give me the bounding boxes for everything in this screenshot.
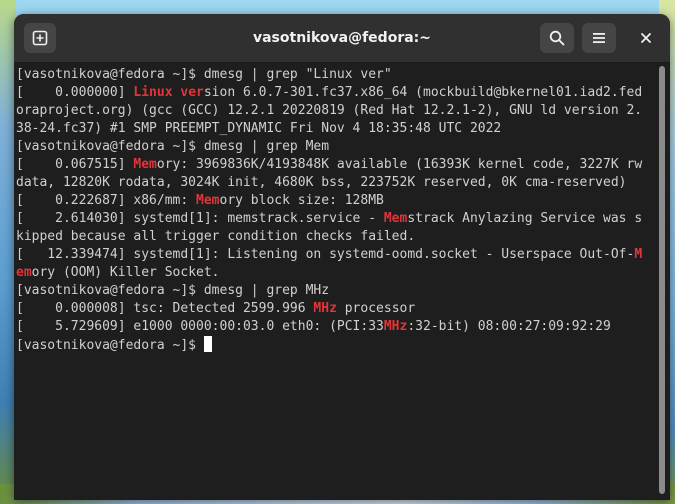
grep-match-highlight: Mem <box>133 157 157 172</box>
hamburger-menu-icon <box>591 30 607 46</box>
terminal-text: ory (OOM) Killer Socket. <box>31 265 220 280</box>
close-icon <box>640 29 652 48</box>
terminal-text: [vasotnikova@fedora ~]$ dmesg | grep Mem <box>16 139 330 154</box>
grep-match-highlight: M <box>634 247 643 262</box>
terminal-text: [vasotnikova@fedora ~]$ <box>16 338 204 353</box>
terminal-text: :32-bit) 08:00:27:09:92:29 <box>407 319 611 334</box>
terminal-line: [ 12.339474] systemd[1]: Listening on sy… <box>16 246 654 264</box>
terminal-line: [ 5.729609] e1000 0000:00:03.0 eth0: (PC… <box>16 318 654 336</box>
window-title: vasotnikova@fedora:~ <box>252 30 431 46</box>
close-button[interactable] <box>636 28 656 48</box>
terminal-text: [ 0.000000] <box>16 85 134 100</box>
terminal-line: 38-24.fc37) #1 SMP PREEMPT_DYNAMIC Fri N… <box>16 120 654 138</box>
search-button[interactable] <box>540 23 574 53</box>
terminal-text: ory: 3969836K/4193848K available (16393K… <box>156 157 643 172</box>
terminal-line: [ 0.000008] tsc: Detected 2599.996 MHz p… <box>16 300 654 318</box>
terminal-text: kipped because all trigger condition che… <box>16 229 416 244</box>
terminal-output[interactable]: [vasotnikova@fedora ~]$ dmesg | grep "Li… <box>16 66 654 496</box>
terminal-text: 38-24.fc37) #1 SMP PREEMPT_DYNAMIC Fri N… <box>16 121 502 136</box>
terminal-line: [vasotnikova@fedora ~]$ dmesg | grep Mem <box>16 138 654 156</box>
terminal-text: ory block size: 128MB <box>219 193 384 208</box>
terminal-text: data, 12820K rodata, 3024K init, 4680K b… <box>16 175 627 190</box>
terminal-line: [ 2.614030] systemd[1]: memstrack.servic… <box>16 210 654 228</box>
terminal-text: strack Anylazing Service was s <box>407 211 643 226</box>
terminal-text: [ 12.339474] systemd[1]: Listening on sy… <box>16 247 635 262</box>
titlebar[interactable]: vasotnikova@fedora:~ <box>14 14 670 63</box>
terminal-text: [vasotnikova@fedora ~]$ dmesg | grep "Li… <box>16 67 392 82</box>
terminal-text: [ 0.000008] tsc: Detected 2599.996 <box>16 301 314 316</box>
terminal-line: oraproject.org) (gcc (GCC) 12.2.1 202208… <box>16 102 654 120</box>
terminal-text: [vasotnikova@fedora ~]$ dmesg | grep MHz <box>16 283 330 298</box>
search-icon <box>549 30 565 46</box>
grep-match-highlight: MHz <box>313 301 337 316</box>
terminal-line: [ 0.067515] Memory: 3969836K/4193848K av… <box>16 156 654 174</box>
scrollbar-thumb[interactable] <box>659 66 665 494</box>
grep-match-highlight: Mem <box>383 211 408 226</box>
terminal-text: [ 0.222687] x86/mm: <box>16 193 197 208</box>
terminal-line: kipped because all trigger condition che… <box>16 228 654 246</box>
grep-match-highlight: MHz <box>383 319 408 334</box>
new-tab-icon <box>32 30 48 46</box>
terminal-line: emory (OOM) Killer Socket. <box>16 264 654 282</box>
text-cursor <box>203 336 212 352</box>
terminal-text: oraproject.org) (gcc (GCC) 12.2.1 202208… <box>16 103 643 118</box>
terminal-line: [ 0.222687] x86/mm: Memory block size: 1… <box>16 192 654 210</box>
terminal-text: sion 6.0.7-301.fc37.x86_64 (mockbuild@bk… <box>203 85 643 100</box>
menu-button[interactable] <box>582 23 616 53</box>
grep-match-highlight: Mem <box>196 193 220 208</box>
terminal-text: [ 5.729609] e1000 0000:00:03.0 eth0: (PC… <box>16 319 384 334</box>
scrollbar[interactable] <box>658 66 666 494</box>
terminal-line: [vasotnikova@fedora ~]$ dmesg | grep "Li… <box>16 66 654 84</box>
terminal-line: [vasotnikova@fedora ~]$ dmesg | grep MHz <box>16 282 654 300</box>
new-tab-button[interactable] <box>24 23 56 53</box>
terminal-text: [ 0.067515] <box>16 157 134 172</box>
terminal-window: vasotnikova@fedora:~ [vasotnikova@fedora… <box>14 14 670 500</box>
grep-match-highlight: Linux ver <box>133 85 204 100</box>
terminal-line: data, 12820K rodata, 3024K init, 4680K b… <box>16 174 654 192</box>
terminal-text: processor <box>336 301 416 316</box>
terminal-text: [ 2.614030] systemd[1]: memstrack.servic… <box>16 211 384 226</box>
terminal-line: [ 0.000000] Linux version 6.0.7-301.fc37… <box>16 84 654 102</box>
terminal-line: [vasotnikova@fedora ~]$ <box>16 336 654 354</box>
grep-match-highlight: em <box>16 265 32 280</box>
